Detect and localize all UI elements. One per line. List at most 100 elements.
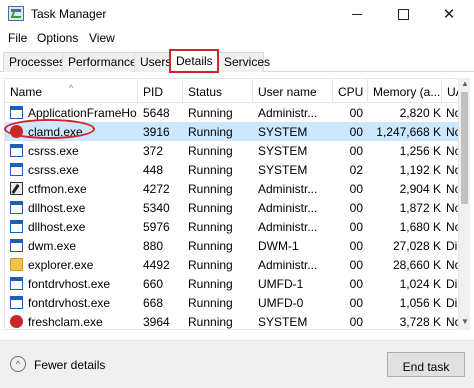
close-button[interactable]: ✕: [426, 0, 472, 28]
process-name: dllhost.exe: [10, 217, 138, 236]
process-status: Running: [188, 163, 233, 177]
table-row[interactable]: dllhost.exe 5976 Running Administr... 00 1,68…: [5, 217, 469, 236]
process-name-label: dllhost.exe: [28, 220, 86, 234]
process-name-label: csrss.exe: [28, 144, 79, 158]
column-header-memory[interactable]: Memory (a...: [368, 79, 442, 103]
process-memory: 1,247,668 K: [376, 125, 441, 139]
window-icon: [10, 106, 23, 119]
window-icon: [10, 220, 23, 233]
process-memory: 3,728 K: [399, 315, 441, 329]
menu-view[interactable]: View: [89, 31, 115, 45]
process-cpu: 00: [349, 182, 363, 196]
close-icon: ✕: [442, 6, 456, 23]
process-memory: 28,660 K: [392, 258, 441, 272]
window-icon: [10, 201, 23, 214]
process-name-label: csrss.exe: [28, 163, 79, 177]
process-status: Running: [188, 239, 233, 253]
table-row[interactable]: dllhost.exe 5340 Running Administr... 00 1,87…: [5, 198, 469, 217]
menu-bar: File Options View: [0, 28, 474, 48]
title-bar: Task Manager ✕: [0, 0, 474, 28]
process-pid: 372: [143, 144, 164, 158]
process-status: Running: [188, 315, 233, 329]
process-user-name: DWM-1: [258, 239, 299, 253]
end-task-button[interactable]: End task: [387, 352, 465, 377]
column-header-pid[interactable]: PID: [138, 79, 183, 103]
process-memory: 1,024 K: [399, 277, 441, 291]
window-icon: [10, 296, 23, 309]
tab-users[interactable]: Users: [134, 52, 171, 72]
table-row[interactable]: csrss.exe 372 Running SYSTEM 00 1,256 K No: [5, 141, 469, 160]
process-memory: 2,904 K: [399, 182, 441, 196]
process-user-name: SYSTEM: [258, 163, 308, 177]
process-status: Running: [188, 106, 233, 120]
process-user-name: Administr...: [258, 106, 318, 120]
process-status: Running: [188, 125, 233, 139]
process-cpu: 00: [349, 220, 363, 234]
process-user-name: Administr...: [258, 220, 318, 234]
menu-options[interactable]: Options: [37, 31, 78, 45]
task-manager-icon: [8, 6, 24, 21]
table-row[interactable]: ctfmon.exe 4272 Running Administr... 00 2,904…: [5, 179, 469, 198]
process-name: dllhost.exe: [10, 198, 138, 217]
details-table: ^ Name PID Status User name CPU Memory (…: [4, 78, 470, 330]
process-name-label: dwm.exe: [28, 239, 77, 253]
window-icon: [10, 163, 23, 176]
process-name: fontdrvhost.exe: [10, 293, 138, 312]
tab-performance[interactable]: Performance: [62, 52, 137, 72]
maximize-button[interactable]: [380, 0, 426, 28]
clamd-highlight-annotation: [4, 119, 95, 139]
table-row[interactable]: explorer.exe 4492 Running Administr... 00 28,…: [5, 255, 469, 274]
chevron-up-icon[interactable]: ^: [10, 356, 26, 372]
process-cpu: 00: [349, 315, 363, 329]
table-row[interactable]: fontdrvhost.exe 660 Running UMFD-1 00 1,024 K…: [5, 274, 469, 293]
tab-processes[interactable]: Processes: [3, 52, 65, 72]
column-header-cpu[interactable]: CPU: [333, 79, 368, 103]
scrollbar-thumb[interactable]: [461, 92, 468, 204]
process-pid: 3964: [143, 315, 170, 329]
table-row[interactable]: fontdrvhost.exe 668 Running UMFD-0 00 1,056 K…: [5, 293, 469, 312]
process-status: Running: [188, 296, 233, 310]
tab-details[interactable]: Details: [169, 49, 219, 73]
process-user-name: SYSTEM: [258, 315, 308, 329]
table-header: ^ Name PID Status User name CPU Memory (…: [5, 79, 469, 103]
process-pid: 660: [143, 277, 164, 291]
process-user-name: Administr...: [258, 182, 318, 196]
process-status: Running: [188, 201, 233, 215]
menu-file[interactable]: File: [8, 31, 27, 45]
process-cpu: 00: [349, 277, 363, 291]
process-name: explorer.exe: [10, 255, 138, 274]
table-row[interactable]: ApplicationFrameHo... 5648 Running Administ…: [5, 103, 469, 122]
vertical-scrollbar[interactable]: ▲ ▼: [458, 78, 470, 330]
tab-services[interactable]: Services: [218, 52, 270, 72]
fewer-details-link[interactable]: Fewer details: [34, 358, 105, 372]
window-icon: [10, 277, 23, 290]
process-user-name: Administr...: [258, 258, 318, 272]
process-name-label: ApplicationFrameHo...: [28, 106, 138, 120]
table-row[interactable]: dwm.exe880RunningDWM-10027,028 KDis: [5, 236, 469, 255]
minimize-button[interactable]: [334, 0, 380, 28]
process-cpu: 00: [349, 106, 363, 120]
scroll-up-arrow-icon[interactable]: ▲: [460, 79, 470, 91]
process-name: csrss.exe: [10, 160, 138, 179]
process-cpu: 00: [349, 125, 363, 139]
process-cpu: 00: [349, 239, 363, 253]
column-header-status[interactable]: Status: [183, 79, 253, 103]
process-name-label: explorer.exe: [28, 258, 94, 272]
process-user-name: UMFD-1: [258, 277, 304, 291]
process-memory: 1,872 K: [399, 201, 441, 215]
process-pid: 880: [143, 239, 164, 253]
table-row[interactable]: freshclam.exe 3964 Running SYSTEM 00 3,728 KN…: [5, 312, 469, 329]
column-header-name[interactable]: Name: [5, 79, 138, 103]
process-memory: 2,820 K: [399, 106, 441, 120]
clamav-icon: [10, 315, 23, 328]
minimize-icon: [352, 13, 362, 15]
process-status: Running: [188, 182, 233, 196]
column-header-user-name[interactable]: User name: [253, 79, 333, 103]
process-name: csrss.exe: [10, 141, 138, 160]
table-row[interactable]: csrss.exe 448 Running SYSTEM 02 1,192 K No: [5, 160, 469, 179]
scroll-down-arrow-icon[interactable]: ▼: [460, 317, 470, 329]
process-cpu: 00: [349, 296, 363, 310]
process-pid: 5340: [143, 201, 170, 215]
process-pid: 5648: [143, 106, 170, 120]
process-memory: 1,680 K: [399, 220, 441, 234]
